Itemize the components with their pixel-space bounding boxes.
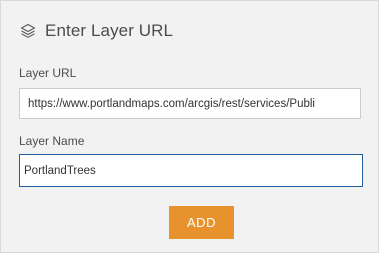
panel-title: Enter Layer URL bbox=[45, 21, 174, 40]
panel-header: Enter Layer URL bbox=[19, 19, 173, 43]
layer-url-label: Layer URL bbox=[19, 66, 77, 80]
layer-name-label: Layer Name bbox=[19, 134, 85, 148]
add-layer-panel: Enter Layer URL Layer URL Layer Name ADD bbox=[0, 0, 379, 253]
add-button[interactable]: ADD bbox=[169, 206, 234, 239]
layer-url-input[interactable] bbox=[19, 88, 361, 119]
layers-icon bbox=[19, 22, 37, 40]
layer-name-input[interactable] bbox=[19, 154, 363, 187]
